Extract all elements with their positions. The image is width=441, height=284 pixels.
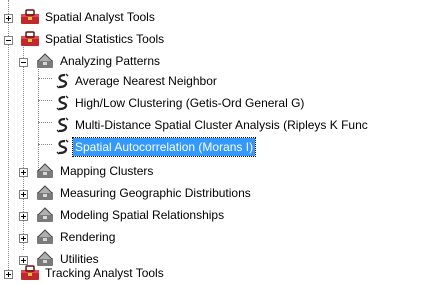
toolset-icon	[37, 53, 53, 68]
tree-connector-line	[38, 100, 52, 101]
toolset-icon	[37, 185, 53, 200]
red-toolbox-icon	[21, 9, 39, 24]
toolset-icon	[37, 229, 53, 244]
expand-plus-icon[interactable]	[19, 212, 28, 221]
tree-item-label: Spatial Statistics Tools	[45, 32, 165, 46]
script-tool-icon	[56, 95, 69, 111]
tree-item-label: Measuring Geographic Distributions	[60, 186, 251, 200]
toolbox-tree: Spatial Analyst Tools Spatial Statistics…	[0, 0, 441, 284]
red-toolbox-icon	[21, 265, 39, 280]
toolset-icon	[37, 207, 53, 222]
tree-item-label: Spatial Analyst Tools	[45, 10, 155, 24]
collapse-minus-icon[interactable]	[19, 58, 28, 67]
collapse-minus-icon[interactable]	[4, 36, 13, 45]
script-tool-icon	[56, 73, 69, 89]
tree-item-label: Mapping Clusters	[60, 164, 154, 178]
expand-plus-icon[interactable]	[19, 234, 28, 243]
red-toolbox-icon	[21, 31, 39, 46]
tree-item-label: Tracking Analyst Tools	[45, 266, 164, 280]
expand-plus-icon[interactable]	[19, 168, 28, 177]
expand-plus-icon[interactable]	[19, 190, 28, 199]
tree-connector-line	[38, 144, 52, 145]
tree-item-label: High/Low Clustering (Getis-Ord General G…	[75, 96, 305, 110]
tree-item-label: Rendering	[60, 230, 116, 244]
tree-connector-line	[38, 66, 39, 172]
tree-item-label-selected: Spatial Autocorrelation (Morans I)	[71, 137, 257, 157]
expand-plus-icon[interactable]	[4, 270, 13, 279]
toolset-icon	[37, 163, 53, 178]
tree-item-label: Average Nearest Neighbor	[75, 74, 217, 88]
tree-connector-line	[38, 78, 52, 79]
tree-item-label: Multi-Distance Spatial Cluster Analysis …	[75, 118, 368, 132]
tree-item-label: Analyzing Patterns	[60, 54, 161, 68]
script-tool-icon	[56, 117, 69, 133]
tree-connector-line	[38, 122, 52, 123]
script-tool-icon	[56, 139, 69, 155]
tree-item-label: Modeling Spatial Relationships	[60, 208, 225, 222]
expand-plus-icon[interactable]	[4, 14, 13, 23]
